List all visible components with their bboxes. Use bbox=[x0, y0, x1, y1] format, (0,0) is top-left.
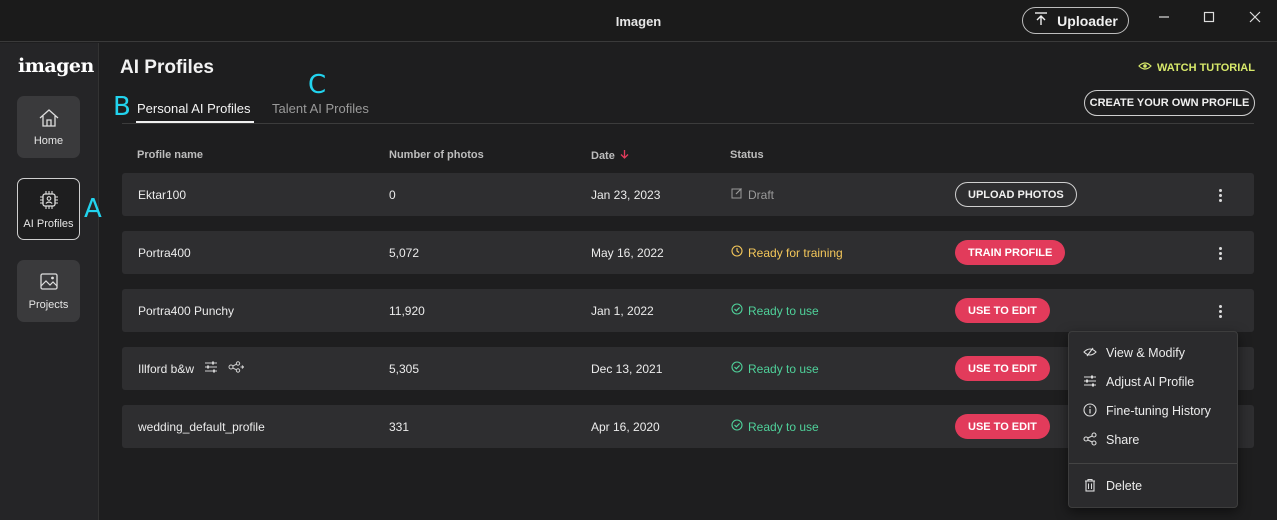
image-icon bbox=[38, 272, 60, 295]
imagen-logo: imagen bbox=[18, 55, 94, 77]
status-text: Draft bbox=[748, 187, 775, 202]
menu-item-label: Share bbox=[1106, 433, 1140, 447]
use-to-edit-button[interactable]: USE TO EDIT bbox=[955, 356, 1050, 381]
uploader-label: Uploader bbox=[1057, 12, 1118, 29]
row-context-menu: View & Modify Adjust AI Profile Fine-tun… bbox=[1068, 331, 1238, 508]
column-header-profile-name: Profile name bbox=[137, 149, 204, 161]
status-ready-to-use: Ready to use bbox=[731, 289, 819, 332]
watch-tutorial-link[interactable]: WATCH TUTORIAL bbox=[1138, 61, 1255, 74]
table-row[interactable]: Portra400 Punchy 11,920 Jan 1, 2022 Read… bbox=[122, 289, 1254, 332]
sort-arrow-down-icon bbox=[620, 149, 629, 162]
status-ready-to-use: Ready to use bbox=[731, 405, 819, 448]
status-ready-for-training: Ready for training bbox=[731, 231, 843, 274]
table-row[interactable]: Portra400 5,072 May 16, 2022 Ready for t… bbox=[122, 231, 1254, 274]
check-circle-icon bbox=[731, 419, 743, 434]
menu-item-delete[interactable]: Delete bbox=[1083, 476, 1142, 496]
row-menu-kebab-icon[interactable] bbox=[1214, 302, 1226, 320]
menu-divider bbox=[1069, 463, 1237, 464]
shared-icon bbox=[228, 361, 245, 376]
annotation-a: A bbox=[84, 194, 102, 224]
view-modify-icon bbox=[1083, 346, 1097, 361]
sidebar-item-label: AI Profiles bbox=[23, 217, 74, 230]
status-text: Ready to use bbox=[748, 361, 819, 376]
info-icon bbox=[1083, 402, 1097, 420]
column-header-date[interactable]: Date bbox=[591, 149, 629, 162]
row-menu-kebab-icon[interactable] bbox=[1214, 244, 1226, 262]
menu-item-fine-tuning-history[interactable]: Fine-tuning History bbox=[1083, 401, 1211, 421]
status-text: Ready for training bbox=[748, 245, 843, 260]
profile-name-cell: Illford b&w bbox=[138, 347, 245, 390]
sidebar-item-home[interactable]: Home bbox=[17, 96, 80, 158]
share-icon bbox=[1083, 431, 1097, 449]
profile-date: Jan 1, 2022 bbox=[591, 303, 654, 318]
use-to-edit-button[interactable]: USE TO EDIT bbox=[955, 414, 1050, 439]
home-icon bbox=[38, 108, 60, 131]
photo-count: 5,072 bbox=[389, 245, 420, 260]
sidebar: imagen Home AI Profiles Projects bbox=[0, 43, 99, 520]
menu-item-label: View & Modify bbox=[1106, 346, 1185, 360]
profile-date: Jan 23, 2023 bbox=[591, 187, 661, 202]
menu-item-adjust-ai-profile[interactable]: Adjust AI Profile bbox=[1083, 372, 1194, 392]
active-tab-indicator bbox=[136, 121, 254, 123]
eye-icon bbox=[1138, 61, 1152, 74]
column-header-photos: Number of photos bbox=[389, 149, 484, 161]
create-profile-button[interactable]: CREATE YOUR OWN PROFILE bbox=[1084, 90, 1255, 116]
trash-icon bbox=[1083, 478, 1097, 495]
photo-count: 11,920 bbox=[389, 303, 425, 318]
sidebar-item-label: Projects bbox=[28, 298, 69, 311]
profile-name: wedding_default_profile bbox=[138, 419, 265, 434]
tabs-divider bbox=[122, 123, 1254, 124]
photo-count: 0 bbox=[389, 187, 396, 202]
menu-item-label: Fine-tuning History bbox=[1106, 404, 1211, 418]
ai-chip-icon bbox=[38, 189, 60, 214]
table-row[interactable]: Ektar100 0 Jan 23, 2023 Draft UPLOAD PHO… bbox=[122, 173, 1254, 216]
tab-personal-ai-profiles[interactable]: Personal AI Profiles bbox=[137, 101, 250, 116]
annotation-c: C bbox=[308, 70, 327, 100]
check-circle-icon bbox=[731, 303, 743, 318]
sidebar-item-projects[interactable]: Projects bbox=[17, 260, 80, 322]
clock-icon bbox=[731, 245, 743, 260]
sidebar-item-ai-profiles[interactable]: AI Profiles bbox=[17, 178, 80, 240]
check-circle-icon bbox=[731, 361, 743, 376]
status-text: Ready to use bbox=[748, 303, 819, 318]
profile-date: Dec 13, 2021 bbox=[591, 361, 663, 376]
status-ready-to-use: Ready to use bbox=[731, 347, 819, 390]
page-title: AI Profiles bbox=[120, 57, 214, 78]
profile-date: Apr 16, 2020 bbox=[591, 419, 660, 434]
title-bar: Imagen Uploader bbox=[0, 0, 1277, 42]
photo-count: 331 bbox=[389, 419, 410, 434]
watch-tutorial-label: WATCH TUTORIAL bbox=[1157, 61, 1255, 74]
photo-count: 5,305 bbox=[389, 361, 420, 376]
maximize-button[interactable] bbox=[1197, 8, 1221, 26]
upload-icon bbox=[1033, 11, 1049, 30]
sidebar-item-label: Home bbox=[33, 134, 64, 147]
profile-name: Portra400 bbox=[138, 245, 191, 260]
menu-item-share[interactable]: Share bbox=[1083, 430, 1139, 450]
use-to-edit-button[interactable]: USE TO EDIT bbox=[955, 298, 1050, 323]
profile-name: Ektar100 bbox=[138, 187, 187, 202]
column-header-date-label: Date bbox=[591, 149, 615, 162]
sliders-icon bbox=[1083, 375, 1097, 390]
annotation-b: B bbox=[113, 92, 131, 122]
train-profile-button[interactable]: TRAIN PROFILE bbox=[955, 240, 1066, 265]
status-text: Ready to use bbox=[748, 419, 819, 434]
menu-item-label: Adjust AI Profile bbox=[1106, 375, 1195, 389]
profile-name: Portra400 Punchy bbox=[138, 303, 235, 318]
minimize-button[interactable] bbox=[1152, 8, 1176, 26]
menu-item-view-modify[interactable]: View & Modify bbox=[1083, 343, 1185, 363]
uploader-button[interactable]: Uploader bbox=[1022, 7, 1129, 34]
profile-date: May 16, 2022 bbox=[591, 245, 664, 260]
status-draft: Draft bbox=[731, 173, 774, 216]
column-header-status: Status bbox=[730, 149, 764, 161]
menu-item-label: Delete bbox=[1106, 479, 1143, 493]
upload-photos-button[interactable]: UPLOAD PHOTOS bbox=[955, 182, 1077, 207]
tab-talent-ai-profiles[interactable]: Talent AI Profiles bbox=[272, 101, 369, 116]
profile-name: Illford b&w bbox=[138, 361, 195, 376]
adjusted-sliders-icon bbox=[204, 361, 218, 376]
close-button[interactable] bbox=[1243, 8, 1267, 26]
draft-edit-icon bbox=[731, 187, 743, 202]
row-menu-kebab-icon[interactable] bbox=[1214, 186, 1226, 204]
